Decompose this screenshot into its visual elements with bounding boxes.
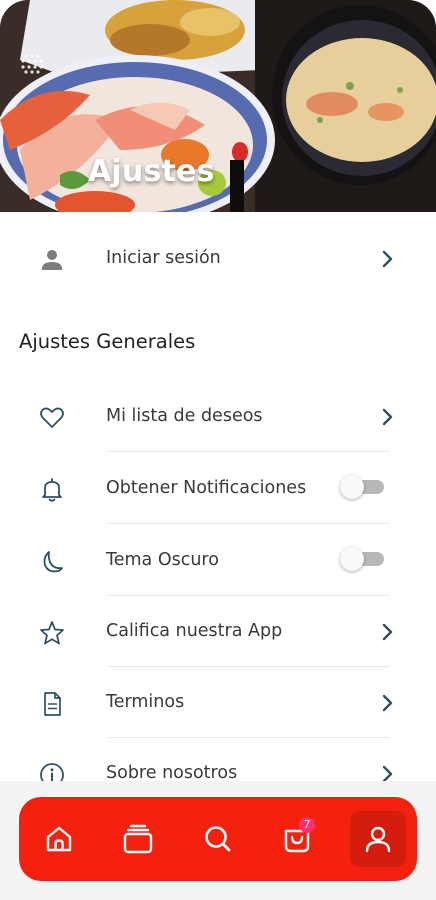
settings-item-label: Califica nuestra App [106, 621, 283, 641]
profile-icon [365, 826, 391, 853]
person-icon [42, 250, 62, 270]
settings-item-dark-theme: Tema Oscuro [0, 524, 436, 596]
login-label: Iniciar sesión [106, 248, 221, 268]
dark-theme-toggle[interactable] [340, 547, 384, 571]
page-title: Ajustes [88, 154, 215, 189]
collection-icon [123, 824, 153, 854]
settings-item-wishlist[interactable]: Mi lista de deseos [0, 380, 436, 452]
toggle-knob [340, 547, 364, 571]
settings-item-rate-app[interactable]: Califica nuestra App [0, 595, 436, 667]
home-icon [46, 826, 72, 852]
food-banner-image [0, 0, 436, 212]
settings-item-notifications: Obtener Notificaciones [0, 452, 436, 524]
logo-icon [21, 54, 43, 74]
star-icon [40, 621, 64, 645]
nav-home[interactable] [31, 811, 87, 867]
settings-item-label: Mi lista de deseos [106, 406, 263, 426]
nav-profile[interactable] [350, 811, 406, 867]
nav-search[interactable] [190, 811, 246, 867]
settings-item-label: Terminos [106, 692, 185, 712]
settings-item-terms[interactable]: Terminos [0, 666, 436, 738]
chevron-right-icon [382, 694, 393, 712]
search-icon [205, 826, 231, 852]
chevron-right-icon [382, 408, 393, 426]
notifications-toggle[interactable] [340, 475, 384, 499]
login-row[interactable]: Iniciar sesión [0, 222, 436, 294]
settings-item-label: Tema Oscuro [106, 550, 219, 570]
heart-icon [40, 407, 64, 428]
bell-icon [42, 478, 62, 502]
section-title-general: Ajustes Generales [19, 330, 196, 353]
chevron-right-icon [382, 623, 393, 641]
document-icon [44, 692, 61, 716]
moon-icon [43, 551, 63, 573]
header-banner: Ajustes [0, 0, 436, 212]
toggle-knob [340, 475, 364, 499]
settings-screen: Ajustes Iniciar sesión Ajustes Generales… [0, 0, 436, 900]
bottom-nav: 7 [19, 797, 417, 881]
nav-collection[interactable] [110, 811, 166, 867]
chevron-right-icon [382, 250, 393, 268]
nav-cart[interactable]: 7 [269, 811, 325, 867]
settings-item-label: Obtener Notificaciones [106, 478, 307, 498]
cart-badge: 7 [299, 817, 315, 833]
